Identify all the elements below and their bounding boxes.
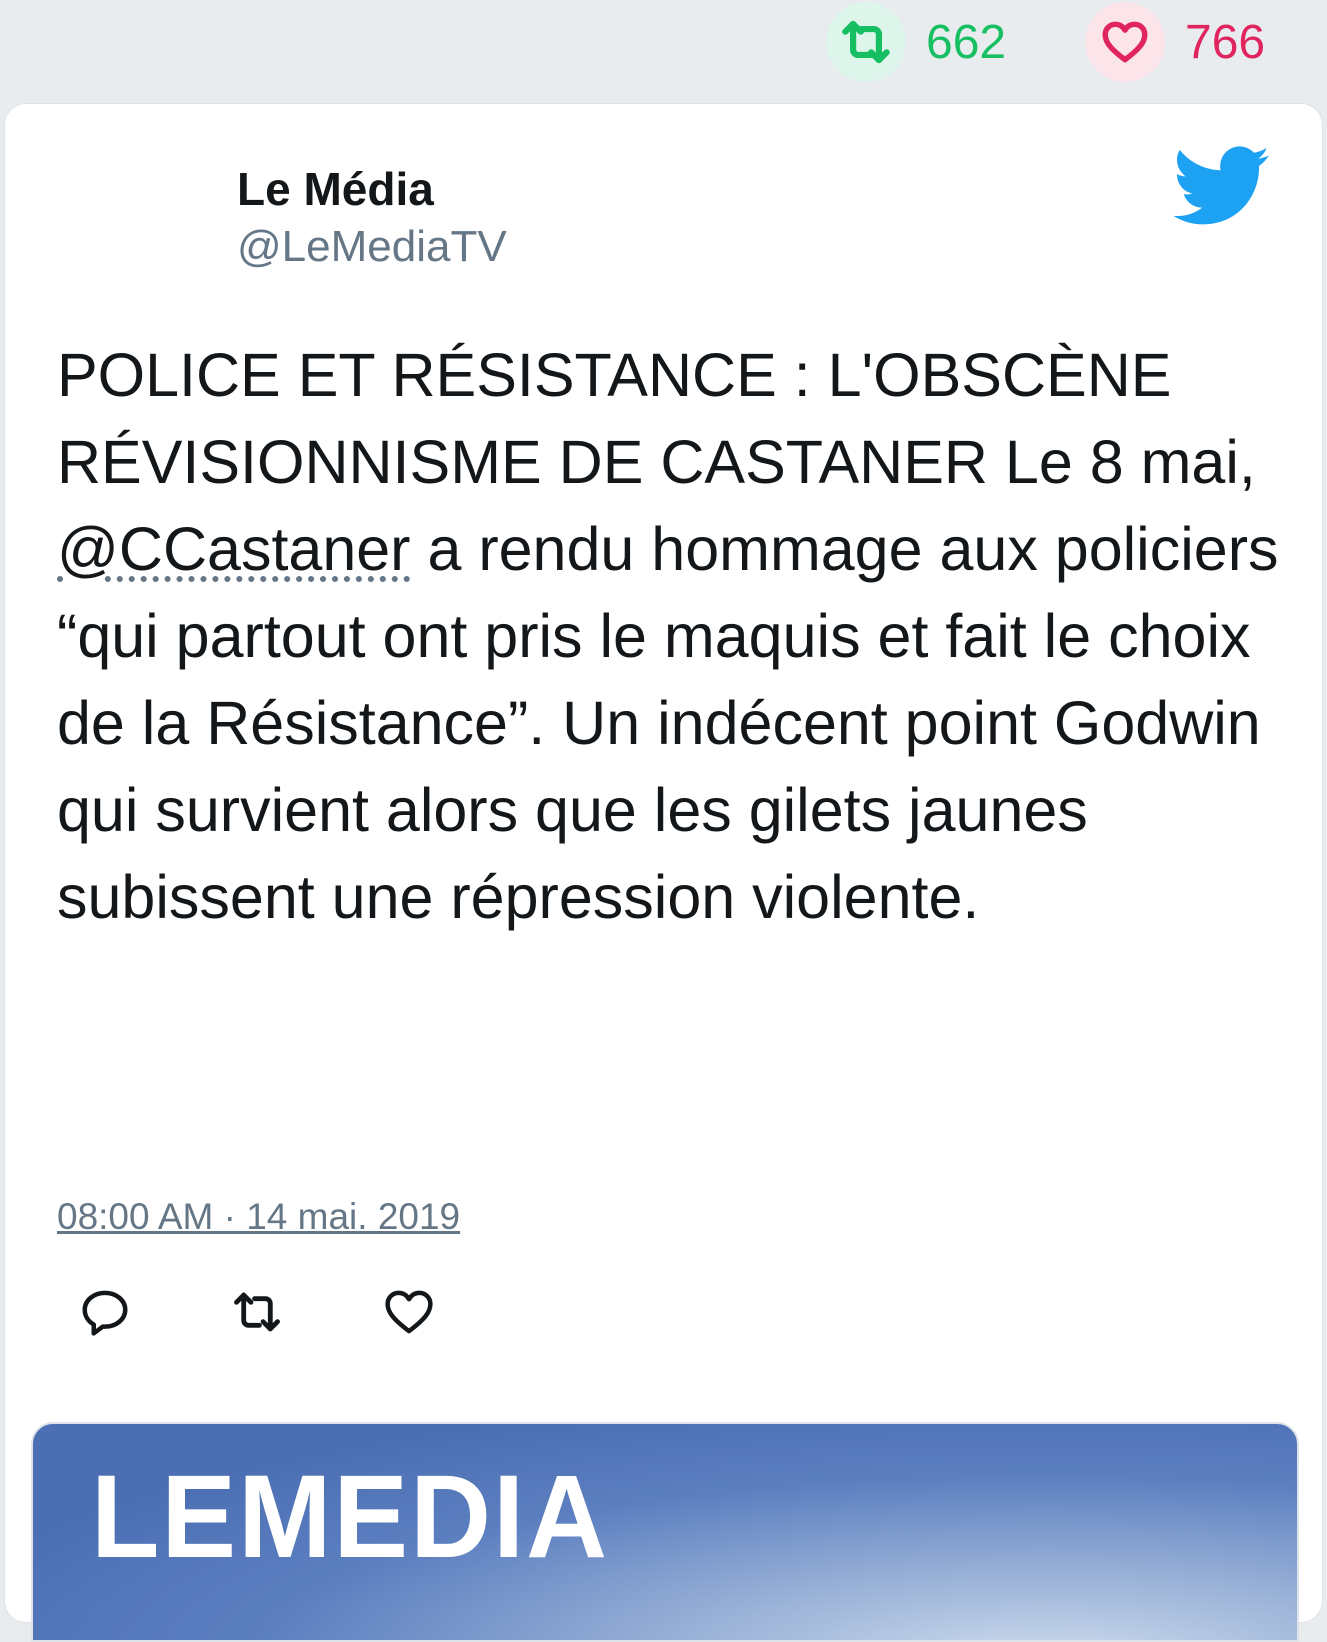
le-media-logo: LEMEDIA: [91, 1450, 609, 1583]
retweet-icon: [826, 2, 906, 82]
heart-icon: [1085, 2, 1165, 82]
reply-icon[interactable]: [75, 1282, 135, 1342]
tweet-card: Le Média @LeMediaTV POLICE ET RÉSISTANCE…: [4, 103, 1323, 1642]
author-name[interactable]: Le Média: [237, 162, 434, 216]
tweet-actions: [75, 1282, 439, 1342]
mention-link[interactable]: @CCastaner: [57, 515, 411, 583]
engagement-stats: 662 766: [0, 0, 1327, 100]
tweet-text: POLICE ET RÉSISTANCE : L'OBSCÈNE RÉVISIO…: [57, 332, 1297, 941]
like-stat[interactable]: 766: [1085, 2, 1265, 82]
link-preview-image[interactable]: LEMEDIA: [31, 1422, 1299, 1642]
heart-icon[interactable]: [379, 1282, 439, 1342]
retweet-count: 662: [926, 15, 1007, 69]
tweet-text-part: POLICE ET RÉSISTANCE : L'OBSCÈNE RÉVISIO…: [57, 341, 1256, 496]
twitter-bird-icon[interactable]: [1173, 146, 1269, 226]
like-count: 766: [1185, 15, 1266, 69]
retweet-stat[interactable]: 662: [826, 2, 1006, 82]
tweet-timestamp[interactable]: 08:00 AM · 14 mai. 2019: [57, 1196, 460, 1238]
retweet-icon[interactable]: [227, 1282, 287, 1342]
author-handle[interactable]: @LeMediaTV: [237, 222, 507, 272]
